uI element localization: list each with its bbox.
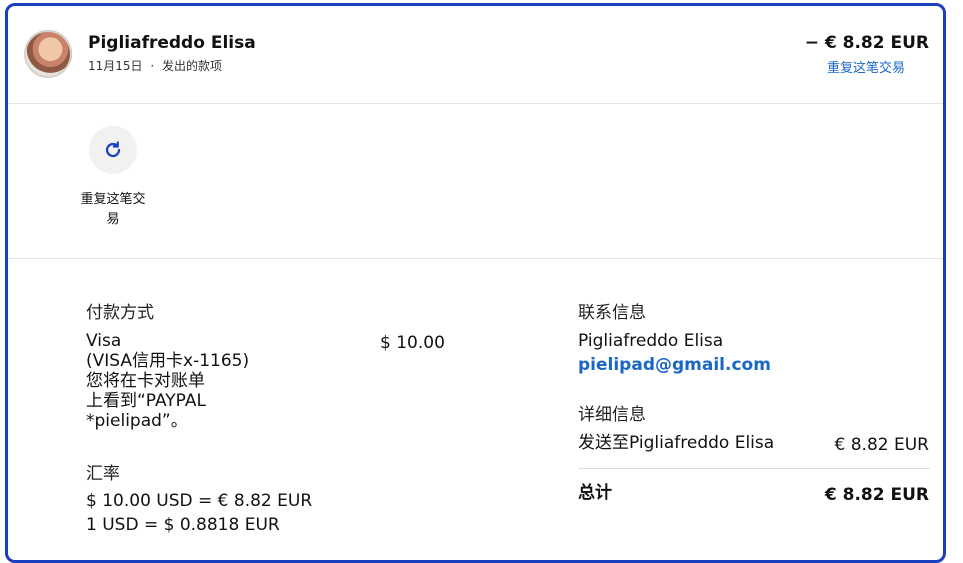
send-to-label: 发送至Pigliafreddo Elisa	[578, 433, 775, 453]
contact-info: Pigliafreddo Elisa pielipad@gmail.com	[578, 329, 771, 377]
details-title: 详细信息	[578, 405, 646, 425]
statement-note-line3: *pielipad”。	[86, 411, 188, 431]
payment-method-details: Visa (VISA信用卡x-1165) 您将在卡对账单 上看到“PAYPAL …	[86, 331, 249, 431]
transaction-header: Pigliafreddo Elisa 11月15日 · 发出的款项 − € 8.…	[8, 6, 943, 103]
repeat-label-line2: 易	[106, 212, 120, 227]
exchange-rate-title: 汇率	[86, 464, 120, 484]
separator: ·	[150, 59, 155, 73]
divider	[8, 103, 943, 104]
payment-method-title: 付款方式	[86, 303, 154, 323]
details-divider	[578, 468, 930, 469]
statement-note-line1: 您将在卡对账单	[86, 371, 205, 391]
total-label: 总计	[578, 483, 612, 503]
repeat-transaction-button[interactable]: 重复这笔交 易	[78, 126, 148, 230]
refresh-icon	[105, 141, 121, 157]
total-amount: € 8.82 EUR	[824, 485, 929, 505]
avatar	[24, 30, 72, 78]
payment-method: Visa	[86, 331, 122, 351]
repeat-label-line1: 重复这笔交	[80, 192, 146, 207]
exchange-rate-details: $ 10.00 USD = € 8.82 EUR 1 USD = $ 0.881…	[86, 489, 312, 537]
recipient-name: Pigliafreddo Elisa	[88, 33, 256, 53]
exchange-line2: 1 USD = $ 0.8818 EUR	[86, 515, 280, 535]
payment-card: (VISA信用卡x-1165)	[86, 351, 250, 371]
repeat-button-label: 重复这笔交 易	[78, 190, 148, 230]
divider	[8, 258, 943, 259]
contact-name: Pigliafreddo Elisa	[578, 331, 724, 351]
transaction-amount: − € 8.82 EUR	[804, 33, 929, 53]
payment-amount: $ 10.00	[380, 333, 445, 353]
transaction-card: Pigliafreddo Elisa 11月15日 · 发出的款项 − € 8.…	[5, 3, 946, 563]
transaction-type: 发出的款项	[162, 59, 223, 73]
transaction-subtitle: 11月15日 · 发出的款项	[88, 57, 222, 74]
statement-note-line2: 上看到“PAYPAL	[86, 391, 206, 411]
repeat-transaction-link[interactable]: 重复这笔交易	[827, 57, 905, 76]
contact-info-title: 联系信息	[578, 303, 646, 323]
repeat-button-circle[interactable]	[89, 126, 137, 174]
contact-email-link[interactable]: pielipad@gmail.com	[578, 353, 771, 377]
send-amount: € 8.82 EUR	[834, 435, 929, 455]
exchange-line1: $ 10.00 USD = € 8.82 EUR	[86, 491, 313, 511]
transaction-date: 11月15日	[88, 59, 143, 73]
